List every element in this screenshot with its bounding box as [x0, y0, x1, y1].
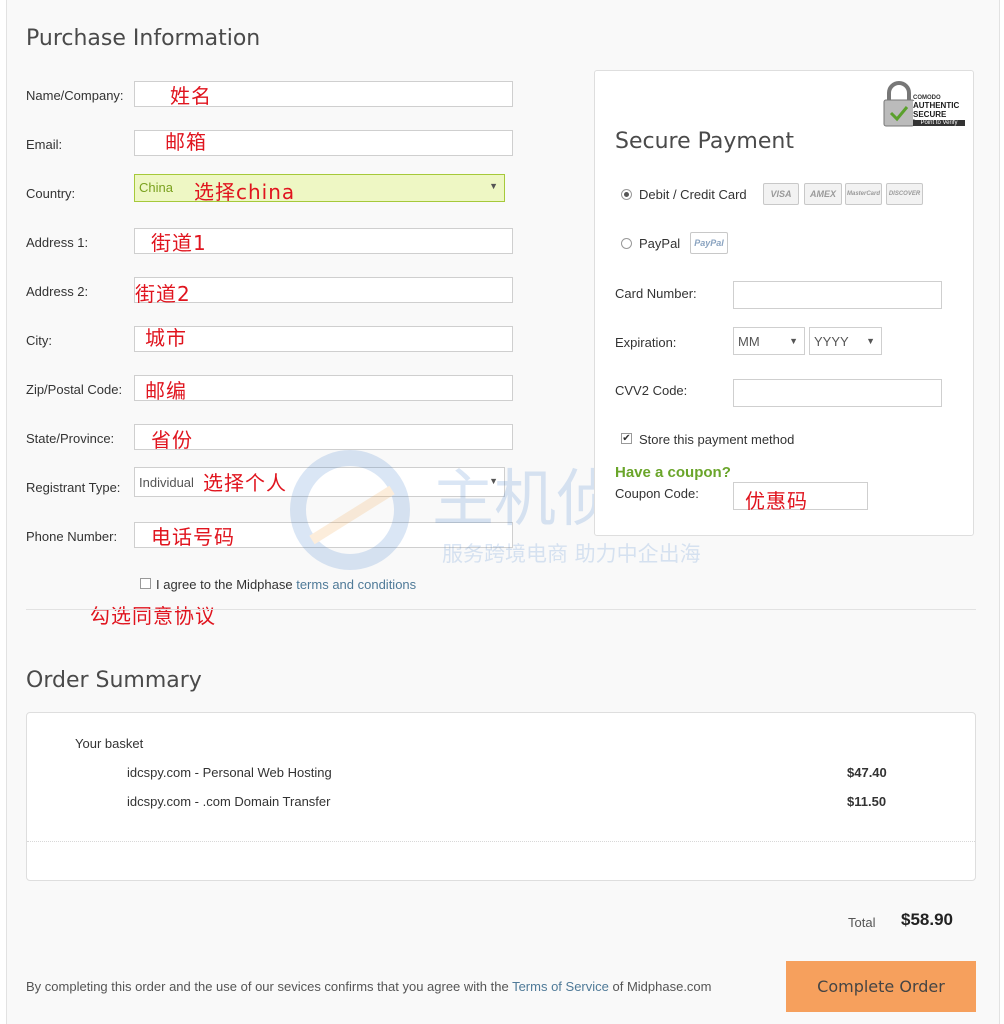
- footer-text-before: By completing this order and the use of …: [26, 979, 513, 994]
- paypal-radio[interactable]: [621, 238, 632, 249]
- agree-label: I agree to the Midphase terms and condit…: [156, 577, 416, 592]
- country-select-value: China: [139, 180, 173, 195]
- complete-order-button[interactable]: Complete Order: [786, 961, 976, 1012]
- paypal-label: PayPal: [639, 236, 681, 251]
- secure-payment-title: Secure Payment: [615, 129, 794, 154]
- annotation-agree: 勾选同意协议: [90, 604, 216, 628]
- agree-text: I agree to the Midphase: [156, 577, 297, 592]
- label-address2: Address 2:: [26, 284, 89, 299]
- store-payment-checkbox[interactable]: ✔: [621, 433, 632, 444]
- basket-item-price: $47.40: [847, 765, 887, 780]
- annotation-zip: 邮编: [145, 379, 187, 403]
- discover-logo-icon: DISCOVER: [886, 183, 923, 205]
- annotation-address2: 街道2: [135, 282, 191, 306]
- card-number-label: Card Number:: [615, 286, 697, 301]
- footer-agreement: By completing this order and the use of …: [26, 979, 712, 994]
- summary-divider: [27, 841, 975, 842]
- chevron-down-icon: ▼: [489, 181, 498, 191]
- basket-item-name: idcspy.com - .com Domain Transfer: [127, 794, 331, 809]
- registrant-type-value: Individual: [139, 475, 194, 490]
- comodo-secure-badge: COMODO AUTHENTIC SECURE Point to Verify: [881, 81, 967, 129]
- visa-logo-icon: VISA: [763, 183, 799, 205]
- annotation-name: 姓名: [170, 84, 212, 108]
- card-number-input[interactable]: [733, 281, 942, 309]
- expiration-year-select[interactable]: YYYY ▼: [809, 327, 882, 355]
- zip-postal-input[interactable]: [134, 375, 513, 401]
- annotation-phone: 电话号码: [151, 525, 235, 549]
- expiration-label: Expiration:: [615, 335, 677, 350]
- label-phone: Phone Number:: [26, 529, 118, 544]
- expiration-month-select[interactable]: MM ▼: [733, 327, 805, 355]
- order-summary-panel: Your basket idcspy.com - Personal Web Ho…: [26, 712, 976, 881]
- coupon-heading: Have a coupon?: [615, 464, 731, 481]
- label-name: Name/Company:: [26, 88, 124, 103]
- expiration-month-value: MM: [738, 334, 760, 349]
- basket-item-name: idcspy.com - Personal Web Hosting: [127, 765, 332, 780]
- debit-credit-radio[interactable]: [621, 189, 632, 200]
- annotation-coupon: 优惠码: [745, 489, 808, 513]
- section-divider: [26, 609, 976, 610]
- agree-checkbox[interactable]: [140, 578, 151, 589]
- terms-and-conditions-link[interactable]: terms and conditions: [296, 577, 416, 592]
- total-value: $58.90: [901, 910, 953, 929]
- secure-payment-panel: COMODO AUTHENTIC SECURE Point to Verify …: [594, 70, 974, 536]
- city-input[interactable]: [134, 326, 513, 352]
- label-city: City:: [26, 333, 52, 348]
- cvv2-label: CVV2 Code:: [615, 383, 688, 398]
- chevron-down-icon: ▼: [866, 336, 875, 346]
- amex-logo-icon: AMEX: [804, 183, 842, 205]
- basket-item-price: $11.50: [847, 794, 887, 809]
- footer-text-after: of Midphase.com: [608, 979, 712, 994]
- terms-of-service-link[interactable]: Terms of Service: [512, 979, 609, 994]
- paypal-logo-icon: PayPal: [690, 232, 728, 254]
- padlock-icon: [883, 81, 915, 127]
- mastercard-logo-icon: MasterCard: [845, 183, 882, 205]
- annotation-state: 省份: [151, 428, 193, 452]
- debit-credit-label: Debit / Credit Card: [639, 187, 747, 202]
- badge-main-text: AUTHENTIC SECURE: [913, 101, 965, 119]
- your-basket-label: Your basket: [75, 736, 144, 751]
- watermark-logo-icon: [290, 450, 410, 570]
- label-country: Country:: [26, 186, 76, 201]
- country-select[interactable]: China ▼: [134, 174, 505, 202]
- expiration-year-value: YYYY: [814, 334, 849, 349]
- label-address1: Address 1:: [26, 235, 89, 250]
- address2-input[interactable]: [134, 277, 513, 303]
- order-summary-title: Order Summary: [26, 668, 202, 693]
- label-zip: Zip/Postal Code:: [26, 382, 123, 397]
- chevron-down-icon: ▼: [789, 336, 798, 346]
- annotation-email: 邮箱: [165, 130, 207, 154]
- label-registrant-type: Registrant Type:: [26, 480, 121, 495]
- store-payment-label: Store this payment method: [639, 432, 795, 447]
- badge-sub-text: Point to Verify: [913, 120, 965, 126]
- annotation-city: 城市: [145, 326, 187, 350]
- annotation-address1: 街道1: [151, 231, 207, 255]
- purchase-title: Purchase Information: [26, 26, 261, 51]
- annotation-country: 选择china: [194, 180, 296, 204]
- annotation-registrant-type: 选择个人: [203, 471, 287, 495]
- total-label: Total: [848, 915, 876, 930]
- label-state: State/Province:: [26, 431, 115, 446]
- watermark-slogan: 服务跨境电商 助力中企出海: [442, 542, 701, 566]
- cvv2-input[interactable]: [733, 379, 942, 407]
- coupon-code-label: Coupon Code:: [615, 486, 699, 501]
- label-email: Email:: [26, 137, 63, 152]
